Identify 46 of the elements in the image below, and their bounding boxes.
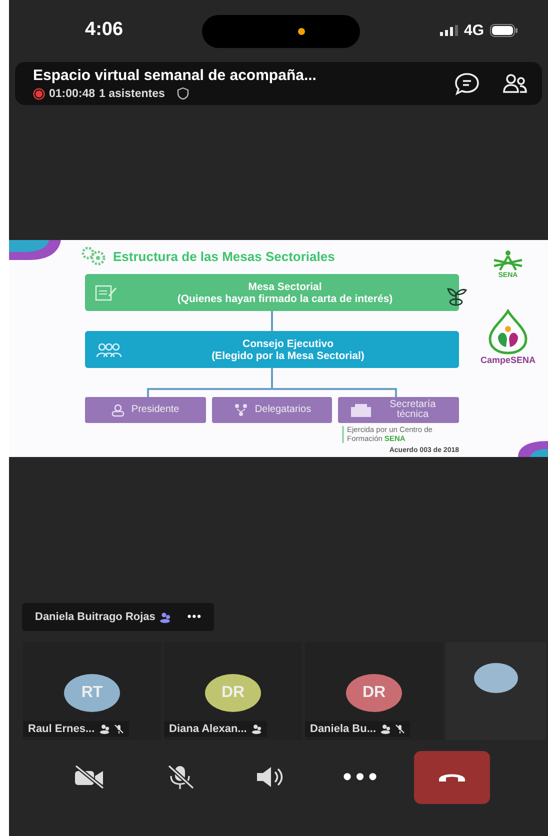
avatar: DR [205, 674, 261, 712]
clock-time: 4:06 [85, 19, 124, 41]
participant-name: Diana Alexan... [169, 723, 247, 735]
corner-decoration [9, 240, 61, 262]
gears-icon [81, 246, 107, 266]
document-icon [95, 284, 117, 302]
role-label: Delegatarios [254, 405, 312, 415]
box-subtitle: (Quienes hayan firmado la carta de interés) [177, 292, 393, 304]
shield-icon [176, 87, 189, 100]
person-group-icon [380, 724, 392, 734]
role-label: Presidente [131, 405, 180, 415]
network-icon [232, 403, 249, 417]
building-icon [350, 403, 372, 417]
more-options[interactable]: ••• [187, 611, 202, 623]
box-title: Mesa Sectorial [248, 280, 322, 292]
speaker-name: Daniela Buitrago Rojas [35, 611, 156, 623]
signal-icon [440, 24, 458, 36]
slide-title: Estructura de las Mesas Sectoriales [113, 248, 335, 264]
participant-tile[interactable]: DR Diana Alexan... [164, 642, 302, 740]
participant-tile[interactable] [446, 642, 546, 740]
box-subtitle: (Elegido por la Mesa Sectorial) [212, 350, 364, 362]
phone-hang-up-icon [439, 772, 465, 782]
network-label: 4G [464, 22, 484, 38]
logo-text: CampeSENA [480, 355, 536, 365]
avatar: DR [346, 674, 402, 712]
person-group-icon [159, 612, 172, 622]
meeting-title: Espacio virtual semanal de acompaña... [33, 67, 318, 84]
corner-decoration [518, 441, 548, 457]
person-group-icon [250, 724, 262, 734]
avatar: RT [64, 674, 120, 712]
elapsed-time: 01:00:48 [49, 88, 96, 100]
participant-name: Daniela Bu... [310, 723, 376, 735]
box-title: Consejo Ejecutivo [242, 338, 334, 350]
participant-tile[interactable]: DR Daniela Bu... [305, 642, 443, 740]
attendee-count: 1 asistentes [99, 88, 165, 100]
people-icon [95, 342, 123, 358]
chat-icon[interactable] [454, 72, 480, 96]
person-icon [111, 403, 126, 417]
participant-name: Raul Ernes... [28, 723, 95, 735]
role-label: Secretaría técnica [388, 400, 437, 420]
person-group-icon [98, 724, 110, 734]
battery-icon [490, 24, 518, 36]
participant-tile[interactable]: RT Raul Ernes... [23, 642, 161, 740]
participants-icon[interactable] [502, 72, 528, 94]
more-button[interactable]: ••• [336, 753, 384, 801]
end-call-button[interactable] [414, 750, 490, 804]
